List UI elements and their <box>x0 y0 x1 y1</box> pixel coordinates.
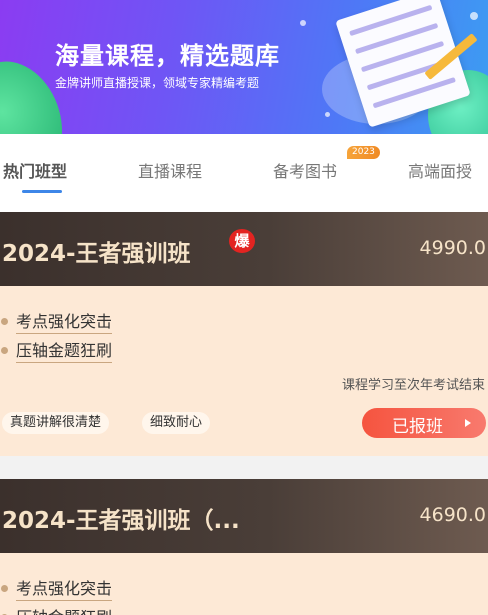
banner-title: 海量课程，精选题库 <box>55 42 280 70</box>
tab-badge: 2023 <box>347 146 380 159</box>
enrolled-button[interactable]: 已报班 <box>362 408 486 438</box>
course-price: 4990.0 <box>419 237 486 259</box>
course-page: 海量课程，精选题库 金牌讲师直播授课，领域专家精编考题 热门班型 直播课程 备考… <box>0 0 488 615</box>
hot-badge: 爆 <box>229 229 255 253</box>
course-card-header: 2024-王者强训班 爆 4990.0 <box>0 212 488 286</box>
tab-exam-books[interactable]: 备考图书 <box>273 158 337 182</box>
course-title: 2024-王者强训班（... <box>2 508 240 534</box>
enrolled-button-label: 已报班 <box>392 417 443 437</box>
banner-subtitle: 金牌讲师直播授课，领域专家精编考题 <box>55 76 260 90</box>
course-duration: 课程学习至次年考试结束 <box>341 378 485 393</box>
feature-label: 压轴金题狂刷 <box>16 337 113 363</box>
sparkle-icon <box>300 20 306 26</box>
category-tabs: 热门班型 直播课程 备考图书 2023 高端面授 <box>0 134 488 212</box>
course-card[interactable]: 2024-王者强训班（... 4690.0 考点强化突击 压轴金题狂刷 <box>0 479 488 615</box>
course-card[interactable]: 2024-王者强训班 爆 4990.0 考点强化突击 压轴金题狂刷 课程学习至次… <box>0 212 488 456</box>
feature-label: 考点强化突击 <box>16 575 113 601</box>
feature-label: 压轴金题狂刷 <box>16 604 112 615</box>
sparkle-icon <box>325 112 330 117</box>
review-tag: 真题讲解很清楚 <box>2 412 110 434</box>
course-card-header: 2024-王者强训班（... 4690.0 <box>0 479 488 553</box>
tab-premium-classes[interactable]: 高端面授 <box>408 158 472 182</box>
tab-live-courses[interactable]: 直播课程 <box>138 158 202 182</box>
review-tag: 细致耐心 <box>142 412 211 434</box>
course-price: 4690.0 <box>419 504 486 526</box>
bullet-icon <box>1 585 8 592</box>
active-tab-indicator <box>22 190 62 193</box>
feature-label: 考点强化突击 <box>16 308 113 334</box>
bullet-icon <box>1 318 8 325</box>
promo-banner[interactable]: 海量课程，精选题库 金牌讲师直播授课，领域专家精编考题 <box>0 0 488 134</box>
course-title: 2024-王者强训班 <box>2 241 191 267</box>
play-arrow-icon <box>465 419 471 427</box>
sparkle-icon <box>470 12 478 20</box>
bullet-icon <box>1 347 8 354</box>
tab-hot-classes[interactable]: 热门班型 <box>3 158 67 182</box>
